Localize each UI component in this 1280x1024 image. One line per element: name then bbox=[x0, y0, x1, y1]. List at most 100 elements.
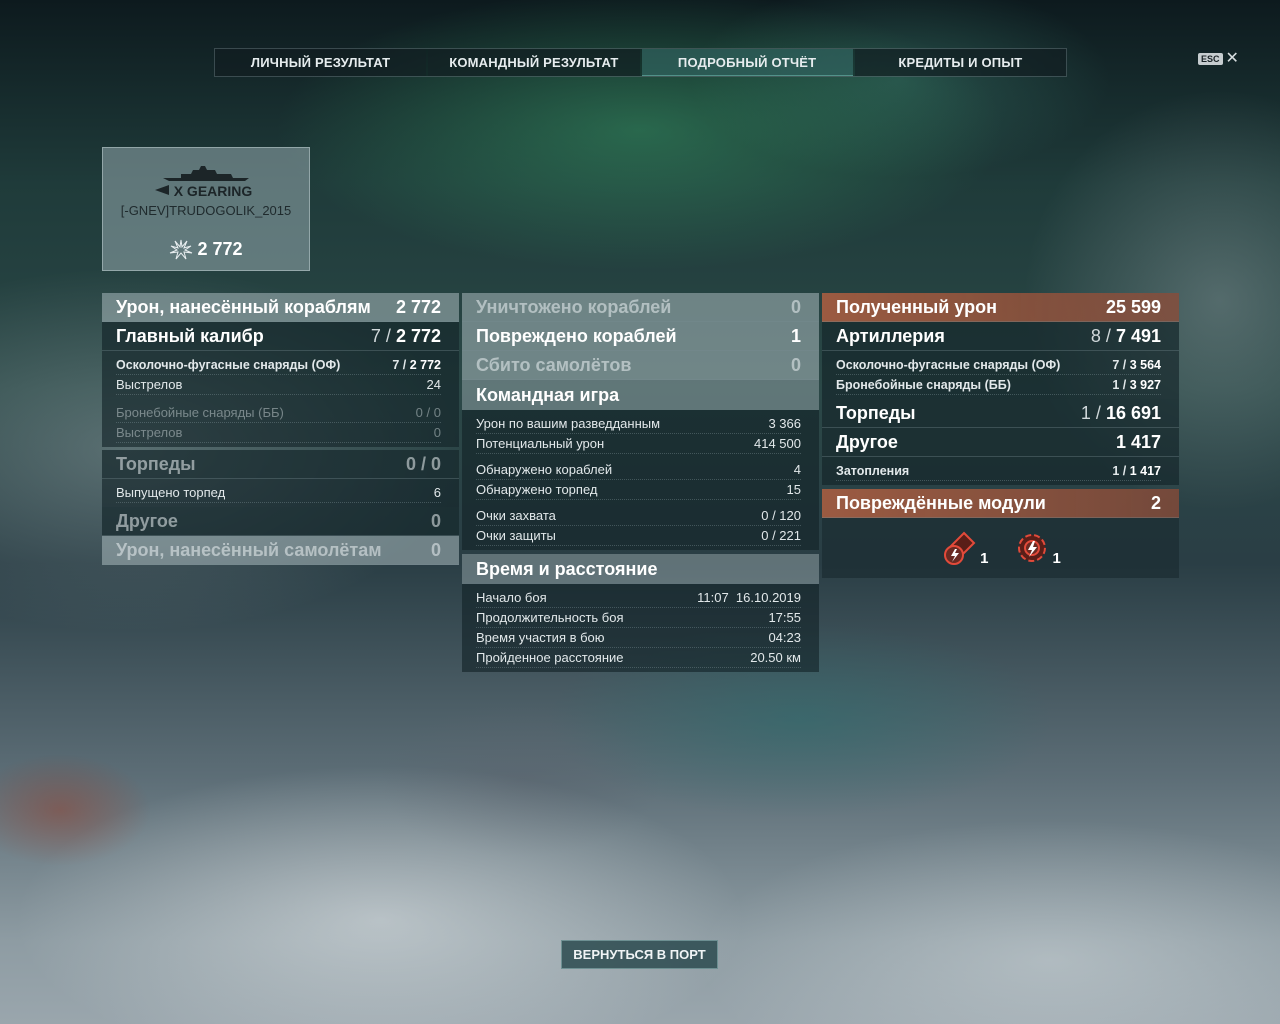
he-shells-row: Осколочно-фугасные снаряды (ОФ) 7 / 2 77… bbox=[116, 355, 441, 375]
ships-destroyed-header: Уничтожено кораблей 0 bbox=[462, 293, 819, 322]
ships-damaged-label: Повреждено кораблей bbox=[476, 325, 677, 346]
teamplay-details: Урон по вашим разведданным 3 366 Потенци… bbox=[462, 410, 819, 550]
card-damage: 2 772 bbox=[103, 238, 309, 260]
tab-credits-xp[interactable]: КРЕДИТЫ И ОПЫТ bbox=[854, 49, 1066, 76]
main-battery-hits: 7 / bbox=[370, 325, 391, 346]
torpedoes-spotted-row: Обнаружено торпед 15 bbox=[476, 480, 801, 500]
tab-detailed-report[interactable]: ПОДРОБНЫЙ ОТЧЁТ bbox=[641, 49, 853, 76]
battle-duration-value: 17:55 bbox=[768, 610, 801, 625]
received-other-details: Затопления 1 / 1 417 bbox=[822, 457, 1179, 485]
received-torpedoes-label: Торпеды bbox=[836, 402, 916, 423]
distance-value: 20.50 км bbox=[750, 650, 801, 665]
close-icon[interactable]: ✕ bbox=[1226, 51, 1239, 67]
damaged-modules-list: 1 1 bbox=[822, 518, 1179, 578]
ap-shots-value: 0 bbox=[433, 425, 441, 440]
torpedoes-spotted-label: Обнаружено торпед bbox=[476, 482, 598, 497]
main-battery-details: Осколочно-фугасные снаряды (ОФ) 7 / 2 77… bbox=[102, 351, 459, 447]
main-battery-damage: 2 772 bbox=[395, 325, 441, 346]
ships-spotted-row: Обнаружено кораблей 4 bbox=[476, 460, 801, 480]
capture-points-row: Очки захвата 0 / 120 bbox=[476, 506, 801, 526]
damage-to-planes-header: Урон, нанесённый самолётам 0 bbox=[102, 536, 459, 565]
main-battery-value: 7 / 2 772 bbox=[371, 326, 441, 347]
received-he-row: Осколочно-фугасные снаряды (ОФ) 7 / 3 56… bbox=[836, 355, 1161, 375]
damage-received-panel: Полученный урон 25 599 Артиллерия 8 / 7 … bbox=[822, 293, 1179, 578]
he-shots-row: Выстрелов 24 bbox=[116, 375, 441, 395]
ap-shots-label: Выстрелов bbox=[116, 425, 183, 440]
torpedoes-spotted-value: 15 bbox=[786, 482, 801, 497]
received-ap-hits: 1 / bbox=[1112, 377, 1127, 392]
damaged-gun-module-icon bbox=[944, 531, 976, 565]
artillery-details: Осколочно-фугасные снаряды (ОФ) 7 / 3 56… bbox=[822, 351, 1179, 399]
spotting-damage-label: Урон по вашим разведданным bbox=[476, 416, 661, 431]
ships-damaged-header: Повреждено кораблей 1 bbox=[462, 322, 819, 351]
damage-burst-icon bbox=[170, 239, 193, 260]
spotting-damage-value: 3 366 bbox=[768, 416, 801, 431]
received-damage-label: Полученный урон bbox=[836, 296, 997, 317]
defense-points-label: Очки защиты bbox=[476, 528, 556, 543]
distance-label: Пройденное расстояние bbox=[476, 650, 624, 665]
flooding-damage: 1 417 bbox=[1129, 463, 1161, 478]
received-torpedoes-damage: 16 691 bbox=[1105, 402, 1161, 423]
damage-to-planes-value: 0 bbox=[430, 539, 441, 560]
card-damage-value: 2 772 bbox=[197, 238, 243, 259]
damage-to-ships-label: Урон, нанесённый кораблям bbox=[116, 296, 371, 317]
ap-shots-row: Выстрелов 0 bbox=[116, 423, 441, 443]
received-ap-label: Бронебойные снаряды (ББ) bbox=[836, 377, 1011, 392]
flooding-label: Затопления bbox=[836, 463, 910, 478]
received-he-damage: 3 564 bbox=[1129, 357, 1161, 372]
damaged-module-gun: 1 bbox=[940, 529, 989, 567]
battle-duration-label: Продолжительность боя bbox=[476, 610, 624, 625]
ap-shells-hits: 0 / bbox=[415, 405, 431, 420]
capture-points-label: Очки захвата bbox=[476, 508, 556, 523]
result-tabs: ЛИЧНЫЙ РЕЗУЛЬТАТ КОМАНДНЫЙ РЕЗУЛЬТАТ ПОД… bbox=[214, 48, 1067, 77]
tab-personal-result[interactable]: ЛИЧНЫЙ РЕЗУЛЬТАТ bbox=[215, 49, 427, 76]
received-damage-header: Полученный урон 25 599 bbox=[822, 293, 1179, 322]
damaged-engine-count: 1 bbox=[1052, 550, 1061, 567]
ships-spotted-label: Обнаружено кораблей bbox=[476, 462, 613, 477]
torpedoes-label: Торпеды bbox=[116, 453, 196, 474]
received-torpedoes-hits: 1 / bbox=[1080, 402, 1101, 423]
he-shells-hits: 7 / bbox=[392, 357, 407, 372]
esc-close-button[interactable]: ESC ✕ bbox=[1198, 51, 1239, 67]
ship-name: X GEARING bbox=[173, 183, 253, 199]
received-damage-value: 25 599 bbox=[1105, 296, 1161, 317]
ship-card: X GEARING [-GNEV]TRUDOGOLIK_2015 2 772 bbox=[102, 147, 310, 271]
damaged-modules-label: Повреждённые модули bbox=[836, 492, 1046, 513]
torpedoes-details: Выпущено торпед 6 bbox=[102, 479, 459, 507]
torpedoes-header: Торпеды 0 / 0 bbox=[102, 450, 459, 479]
received-he-hits: 7 / bbox=[1112, 357, 1127, 372]
teamplay-header: Командная игра bbox=[462, 380, 819, 410]
planes-shot-label: Сбито самолётов bbox=[476, 354, 632, 375]
return-to-port-button[interactable]: ВЕРНУТЬСЯ В ПОРТ bbox=[561, 940, 718, 969]
main-battery-label: Главный калибр bbox=[116, 325, 264, 346]
potential-damage-row: Потенциальный урон 414 500 bbox=[476, 434, 801, 454]
battle-start-label: Начало боя bbox=[476, 590, 547, 605]
battle-start-row: Начало боя 11:07 16.10.2019 bbox=[476, 588, 801, 608]
ship-silhouette-icon bbox=[163, 166, 249, 181]
flooding-row: Затопления 1 / 1 417 bbox=[836, 461, 1161, 481]
damaged-modules-header: Повреждённые модули 2 bbox=[822, 489, 1179, 518]
potential-damage-value: 414 500 bbox=[754, 436, 801, 451]
capture-points-value: 0 / 120 bbox=[761, 508, 801, 523]
torpedoes-fired-label: Выпущено торпед bbox=[116, 485, 226, 500]
damage-dealt-panel: Урон, нанесённый кораблям 2 772 Главный … bbox=[102, 293, 459, 565]
he-shots-value: 24 bbox=[426, 377, 441, 392]
battle-duration-row: Продолжительность боя 17:55 bbox=[476, 608, 801, 628]
received-ap-damage: 3 927 bbox=[1129, 377, 1161, 392]
he-shells-damage: 2 772 bbox=[409, 357, 441, 372]
ap-shells-row: Бронебойные снаряды (ББ) 0 / 0 bbox=[116, 403, 441, 423]
artillery-header: Артиллерия 8 / 7 491 bbox=[822, 322, 1179, 351]
received-ap-row: Бронебойные снаряды (ББ) 1 / 3 927 bbox=[836, 375, 1161, 395]
artillery-damage: 7 491 bbox=[1115, 325, 1161, 346]
other-dealt-label: Другое bbox=[116, 510, 178, 531]
artillery-label: Артиллерия bbox=[836, 325, 945, 346]
other-dealt-value: 0 bbox=[430, 510, 441, 531]
torpedoes-value: 0 / 0 bbox=[405, 453, 441, 474]
received-other-header: Другое 1 417 bbox=[822, 428, 1179, 457]
participation-time-row: Время участия в бою 04:23 bbox=[476, 628, 801, 648]
player-name: [-GNEV]TRUDOGOLIK_2015 bbox=[120, 203, 292, 218]
damaged-modules-value: 2 bbox=[1150, 492, 1161, 513]
defense-points-value: 0 / 221 bbox=[761, 528, 801, 543]
tab-team-result[interactable]: КОМАНДНЫЙ РЕЗУЛЬТАТ bbox=[428, 49, 640, 76]
distance-row: Пройденное расстояние 20.50 км bbox=[476, 648, 801, 668]
